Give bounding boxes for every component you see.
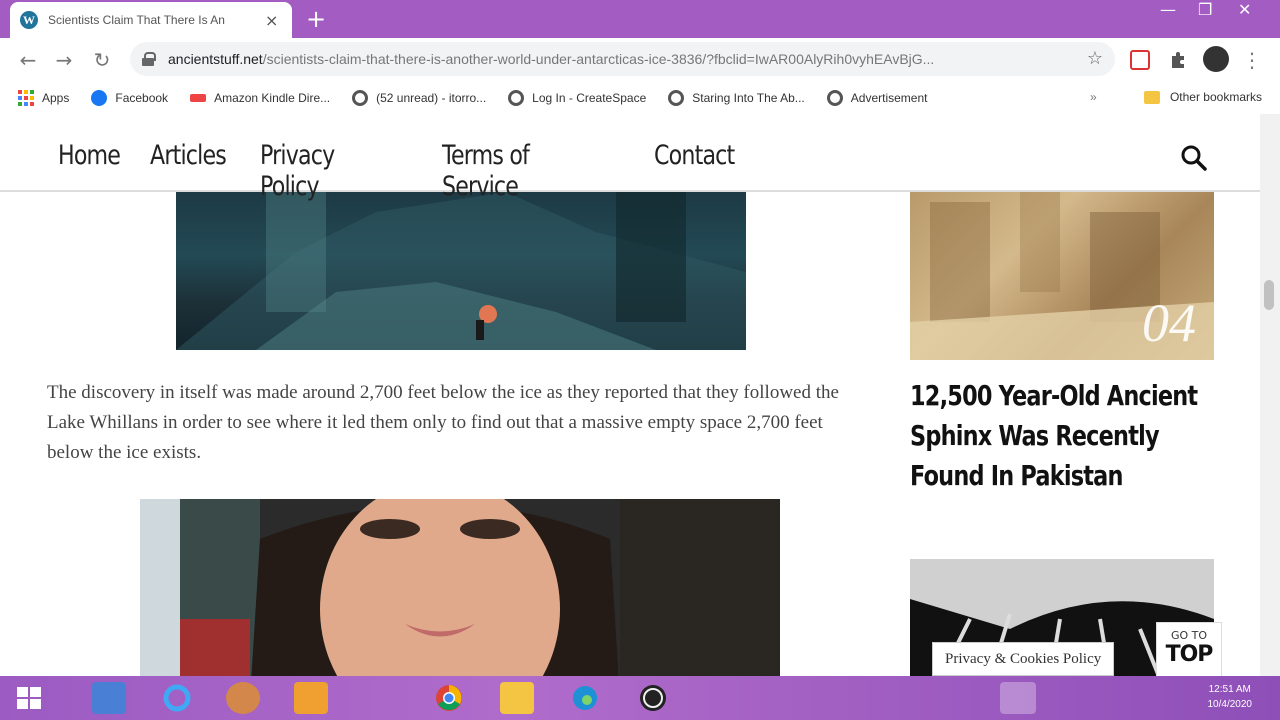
globe-icon: [508, 90, 525, 106]
menu-kebab-icon[interactable]: ⋮: [1238, 46, 1266, 74]
portrait-image: [140, 499, 780, 676]
tab-close-icon[interactable]: ×: [265, 11, 278, 30]
bookmarks-overflow-icon[interactable]: »: [1090, 90, 1097, 104]
windows-taskbar: 12:51 AM 10/4/2020: [0, 676, 1280, 720]
puzzle-extensions-icon[interactable]: [1168, 50, 1188, 70]
bookmark-createspace[interactable]: Log In - CreateSpace: [508, 90, 646, 106]
bookmark-label: Amazon Kindle Dire...: [214, 91, 331, 105]
bookmark-label: Advertisement: [850, 91, 928, 105]
bookmark-unread[interactable]: (52 unread) - itorro...: [352, 90, 486, 106]
nav-terms-of-service[interactable]: Terms of Service: [442, 140, 630, 202]
forward-arrow-icon[interactable]: →: [50, 46, 78, 74]
nav-contact[interactable]: Contact: [654, 140, 740, 202]
other-bookmarks-label: Other bookmarks: [1169, 90, 1262, 104]
nav-articles[interactable]: Articles: [150, 140, 236, 202]
globe-icon: [826, 90, 843, 106]
nav-privacy-policy-label: Privacy Policy: [260, 140, 335, 202]
lock-icon[interactable]: [142, 52, 156, 66]
app-icon[interactable]: [362, 682, 396, 714]
nav-articles-label: Articles: [150, 140, 227, 171]
bookmarks-bar: Apps Facebook Amazon Kindle Dire... (52 …: [0, 82, 1280, 114]
bookmark-apps[interactable]: Apps: [18, 90, 69, 106]
task-view-icon[interactable]: [92, 682, 126, 714]
nav-home[interactable]: Home: [58, 140, 126, 202]
browser-tab[interactable]: W Scientists Claim That There Is An ×: [10, 2, 292, 38]
address-bar[interactable]: ancientstuff.net /scientists-claim-that-…: [130, 42, 1115, 76]
bookmark-label: Apps: [42, 91, 70, 105]
bookmark-star-icon[interactable]: ☆: [1087, 48, 1103, 69]
scroll-thumb[interactable]: [1264, 280, 1274, 310]
cave-image: [176, 192, 746, 350]
windows-start-icon[interactable]: [12, 682, 46, 714]
apps-grid-icon: [18, 90, 34, 106]
nav-terms-label: Terms of Service: [442, 140, 530, 202]
page-viewport: Home Articles Privacy Policy Terms of Se…: [0, 114, 1280, 676]
system-clock[interactable]: 12:51 AM 10/4/2020: [1208, 682, 1253, 712]
tab-strip: W Scientists Claim That There Is An × + …: [0, 0, 1280, 38]
obs-icon[interactable]: [636, 682, 670, 714]
clock-date: 10/4/2020: [1207, 699, 1253, 710]
bookmark-label: Facebook: [115, 91, 169, 105]
extension-icon[interactable]: [1130, 50, 1150, 70]
new-tab-button[interactable]: +: [306, 6, 326, 32]
sphinx-image[interactable]: 04: [910, 192, 1214, 360]
nav-contact-label: Contact: [654, 140, 735, 171]
app-icon[interactable]: [226, 682, 260, 714]
maximize-button[interactable]: ❐: [1198, 0, 1212, 26]
clock-time: 12:51 AM: [1208, 684, 1251, 695]
article-paragraph: The discovery in itself was made around …: [47, 382, 839, 463]
edge-icon[interactable]: [568, 682, 602, 714]
bookmark-label: (52 unread) - itorro...: [376, 91, 487, 105]
page-scrollbar[interactable]: [1260, 114, 1280, 676]
minimize-button[interactable]: —: [1160, 0, 1176, 26]
bookmark-advertisement[interactable]: Advertisement: [826, 90, 928, 106]
globe-icon: [352, 90, 369, 106]
profile-avatar[interactable]: [1203, 46, 1229, 72]
browser-toolbar: ← → ↻ ancientstuff.net /scientists-claim…: [0, 38, 1280, 82]
media-player-icon[interactable]: [294, 682, 328, 714]
site-navigation: Home Articles Privacy Policy Terms of Se…: [0, 120, 1260, 202]
sidebar-article-title[interactable]: 12,500 Year-Old Ancient Sphinx Was Recen…: [910, 376, 1206, 496]
back-arrow-icon[interactable]: ←: [14, 46, 42, 74]
top-label: TOP: [1165, 642, 1214, 667]
kindle-icon: [190, 94, 207, 102]
url-host: ancientstuff.net: [168, 51, 263, 67]
search-icon[interactable]: [1180, 144, 1208, 172]
volume-icon[interactable]: [1096, 682, 1118, 714]
go-to-label: GO TO: [1170, 629, 1208, 642]
bookmark-label: Staring Into The Ab...: [692, 91, 805, 105]
bookmark-staring[interactable]: Staring Into The Ab...: [668, 90, 805, 106]
sidebar-rank-number: 04: [1142, 293, 1196, 353]
close-window-button[interactable]: ✕: [1238, 0, 1251, 26]
other-bookmarks[interactable]: Other bookmarks: [1143, 90, 1262, 104]
url-path: /scientists-claim-that-there-is-another-…: [262, 51, 935, 67]
globe-icon: [668, 90, 685, 106]
nav-privacy-policy[interactable]: Privacy Policy: [260, 140, 418, 202]
nav-home-label: Home: [58, 140, 121, 171]
chrome-icon[interactable]: [432, 682, 466, 714]
wordpress-icon: W: [20, 11, 38, 29]
reload-icon[interactable]: ↻: [88, 46, 116, 74]
file-explorer-icon[interactable]: [500, 682, 534, 714]
tab-title: Scientists Claim That There Is An: [48, 13, 225, 27]
internet-explorer-icon[interactable]: [160, 682, 194, 714]
go-to-top-button[interactable]: GO TO TOP: [1156, 622, 1222, 676]
bookmark-label: Log In - CreateSpace: [532, 91, 647, 105]
bookmark-facebook[interactable]: Facebook: [91, 90, 168, 106]
keyboard-icon[interactable]: [1000, 682, 1036, 714]
bookmark-amazon-kindle[interactable]: Amazon Kindle Dire...: [190, 91, 330, 105]
facebook-icon: [91, 90, 108, 106]
privacy-cookies-button[interactable]: Privacy & Cookies Policy: [932, 642, 1115, 676]
folder-icon: [1143, 90, 1160, 104]
